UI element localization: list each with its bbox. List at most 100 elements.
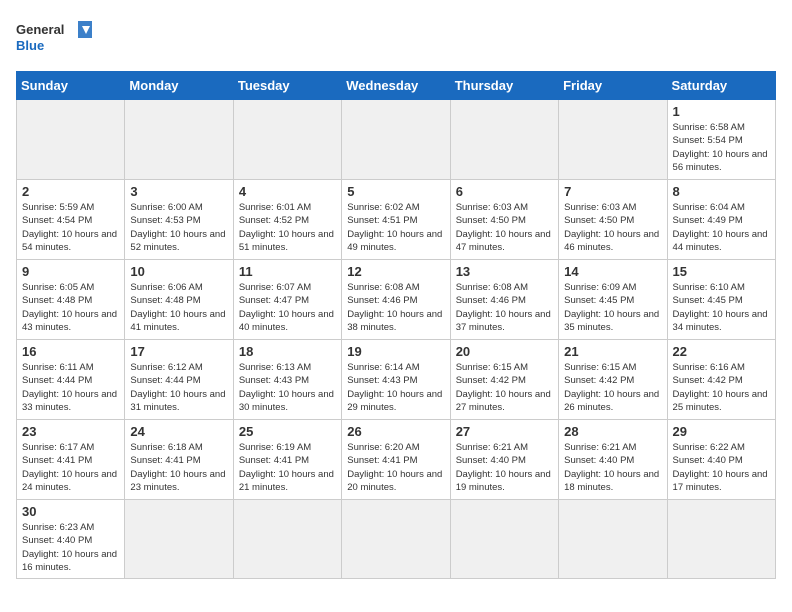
day-info: Sunrise: 6:11 AM Sunset: 4:44 PM Dayligh… (22, 361, 119, 414)
week-row-2: 9Sunrise: 6:05 AM Sunset: 4:48 PM Daylig… (17, 260, 776, 340)
day-info: Sunrise: 6:03 AM Sunset: 4:50 PM Dayligh… (564, 201, 661, 254)
calendar-cell (233, 100, 341, 180)
calendar-cell: 3Sunrise: 6:00 AM Sunset: 4:53 PM Daylig… (125, 180, 233, 260)
calendar-cell (342, 100, 450, 180)
week-row-1: 2 Sunrise: 5:59 AM Sunset: 4:54 PM Daylig… (17, 180, 776, 260)
day-number: 3 (130, 184, 227, 199)
day-info: Sunrise: 6:03 AM Sunset: 4:50 PM Dayligh… (456, 201, 553, 254)
day-info: Sunrise: 6:19 AM Sunset: 4:41 PM Dayligh… (239, 441, 336, 494)
day-info: Sunrise: 6:21 AM Sunset: 4:40 PM Dayligh… (564, 441, 661, 494)
day-number: 28 (564, 424, 661, 439)
weekday-header-wednesday: Wednesday (342, 72, 450, 100)
calendar-cell (559, 500, 667, 579)
week-row-5: 30 Sunrise: 6:23 AM Sunset: 4:40 PM Dayli… (17, 500, 776, 579)
day-number: 30 (22, 504, 119, 519)
day-info: Sunrise: 6:18 AM Sunset: 4:41 PM Dayligh… (130, 441, 227, 494)
day-number: 23 (22, 424, 119, 439)
day-info: Sunrise: 6:09 AM Sunset: 4:45 PM Dayligh… (564, 281, 661, 334)
calendar-cell: 5 Sunrise: 6:02 AM Sunset: 4:51 PM Daylig… (342, 180, 450, 260)
day-number: 18 (239, 344, 336, 359)
weekday-header-thursday: Thursday (450, 72, 558, 100)
day-number: 5 (347, 184, 444, 199)
calendar-cell: 18 Sunrise: 6:13 AM Sunset: 4:43 PM Dayli… (233, 340, 341, 420)
day-number: 9 (22, 264, 119, 279)
calendar-cell (17, 100, 125, 180)
day-info: Sunrise: 6:15 AM Sunset: 4:42 PM Dayligh… (456, 361, 553, 414)
calendar-cell: 22Sunrise: 6:16 AM Sunset: 4:42 PM Dayli… (667, 340, 775, 420)
day-number: 2 (22, 184, 119, 199)
calendar-cell: 7 Sunrise: 6:03 AM Sunset: 4:50 PM Daylig… (559, 180, 667, 260)
day-number: 15 (673, 264, 770, 279)
day-info: Sunrise: 6:23 AM Sunset: 4:40 PM Dayligh… (22, 521, 119, 574)
day-info: Sunrise: 6:04 AM Sunset: 4:49 PM Dayligh… (673, 201, 770, 254)
svg-text:General: General (16, 22, 64, 37)
weekday-header-sunday: Sunday (17, 72, 125, 100)
header: General Blue (16, 16, 776, 61)
calendar-cell: 21Sunrise: 6:15 AM Sunset: 4:42 PM Dayli… (559, 340, 667, 420)
day-number: 29 (673, 424, 770, 439)
day-info: Sunrise: 6:07 AM Sunset: 4:47 PM Dayligh… (239, 281, 336, 334)
day-number: 25 (239, 424, 336, 439)
day-number: 1 (673, 104, 770, 119)
day-number: 11 (239, 264, 336, 279)
calendar-cell: 1 Sunrise: 6:58 AM Sunset: 5:54 PM Daylig… (667, 100, 775, 180)
calendar-cell (667, 500, 775, 579)
week-row-4: 23 Sunrise: 6:17 AM Sunset: 4:41 PM Dayli… (17, 420, 776, 500)
day-number: 27 (456, 424, 553, 439)
calendar-cell: 6 Sunrise: 6:03 AM Sunset: 4:50 PM Daylig… (450, 180, 558, 260)
calendar-cell: 23 Sunrise: 6:17 AM Sunset: 4:41 PM Dayli… (17, 420, 125, 500)
weekday-header-monday: Monday (125, 72, 233, 100)
day-number: 13 (456, 264, 553, 279)
day-info: Sunrise: 6:10 AM Sunset: 4:45 PM Dayligh… (673, 281, 770, 334)
calendar-table: SundayMondayTuesdayWednesdayThursdayFrid… (16, 71, 776, 579)
calendar-cell: 10 Sunrise: 6:06 AM Sunset: 4:48 PM Dayli… (125, 260, 233, 340)
weekday-header-row: SundayMondayTuesdayWednesdayThursdayFrid… (17, 72, 776, 100)
calendar-cell: 2 Sunrise: 5:59 AM Sunset: 4:54 PM Daylig… (17, 180, 125, 260)
day-number: 20 (456, 344, 553, 359)
day-info: Sunrise: 6:01 AM Sunset: 4:52 PM Dayligh… (239, 201, 336, 254)
day-number: 12 (347, 264, 444, 279)
day-number: 7 (564, 184, 661, 199)
day-number: 17 (130, 344, 227, 359)
calendar-cell: 26Sunrise: 6:20 AM Sunset: 4:41 PM Dayli… (342, 420, 450, 500)
day-info: Sunrise: 6:21 AM Sunset: 4:40 PM Dayligh… (456, 441, 553, 494)
calendar-cell (233, 500, 341, 579)
day-number: 4 (239, 184, 336, 199)
calendar-cell (450, 500, 558, 579)
svg-text:Blue: Blue (16, 38, 44, 53)
calendar-cell: 9Sunrise: 6:05 AM Sunset: 4:48 PM Daylig… (17, 260, 125, 340)
calendar-cell: 28 Sunrise: 6:21 AM Sunset: 4:40 PM Dayli… (559, 420, 667, 500)
calendar-cell: 15 Sunrise: 6:10 AM Sunset: 4:45 PM Dayli… (667, 260, 775, 340)
calendar-cell: 14Sunrise: 6:09 AM Sunset: 4:45 PM Dayli… (559, 260, 667, 340)
day-info: Sunrise: 6:08 AM Sunset: 4:46 PM Dayligh… (347, 281, 444, 334)
day-info: Sunrise: 6:17 AM Sunset: 4:41 PM Dayligh… (22, 441, 119, 494)
logo-svg: General Blue (16, 16, 96, 61)
day-info: Sunrise: 5:59 AM Sunset: 4:54 PM Dayligh… (22, 201, 119, 254)
calendar-cell (450, 100, 558, 180)
logo: General Blue (16, 16, 96, 61)
calendar-cell (125, 500, 233, 579)
calendar-cell: 4 Sunrise: 6:01 AM Sunset: 4:52 PM Daylig… (233, 180, 341, 260)
day-info: Sunrise: 6:02 AM Sunset: 4:51 PM Dayligh… (347, 201, 444, 254)
day-number: 22 (673, 344, 770, 359)
day-info: Sunrise: 6:08 AM Sunset: 4:46 PM Dayligh… (456, 281, 553, 334)
calendar-cell: 19 Sunrise: 6:14 AM Sunset: 4:43 PM Dayli… (342, 340, 450, 420)
day-info: Sunrise: 6:13 AM Sunset: 4:43 PM Dayligh… (239, 361, 336, 414)
calendar-cell (342, 500, 450, 579)
day-number: 6 (456, 184, 553, 199)
day-number: 10 (130, 264, 227, 279)
calendar-cell: 20 Sunrise: 6:15 AM Sunset: 4:42 PM Dayli… (450, 340, 558, 420)
calendar-cell: 29Sunrise: 6:22 AM Sunset: 4:40 PM Dayli… (667, 420, 775, 500)
day-info: Sunrise: 6:14 AM Sunset: 4:43 PM Dayligh… (347, 361, 444, 414)
calendar-cell: 25 Sunrise: 6:19 AM Sunset: 4:41 PM Dayli… (233, 420, 341, 500)
calendar-cell: 27 Sunrise: 6:21 AM Sunset: 4:40 PM Dayli… (450, 420, 558, 500)
day-info: Sunrise: 6:58 AM Sunset: 5:54 PM Dayligh… (673, 121, 770, 174)
day-info: Sunrise: 6:20 AM Sunset: 4:41 PM Dayligh… (347, 441, 444, 494)
day-info: Sunrise: 6:12 AM Sunset: 4:44 PM Dayligh… (130, 361, 227, 414)
calendar-cell (125, 100, 233, 180)
day-number: 19 (347, 344, 444, 359)
calendar-cell: 12 Sunrise: 6:08 AM Sunset: 4:46 PM Dayli… (342, 260, 450, 340)
weekday-header-friday: Friday (559, 72, 667, 100)
day-info: Sunrise: 6:06 AM Sunset: 4:48 PM Dayligh… (130, 281, 227, 334)
day-number: 16 (22, 344, 119, 359)
